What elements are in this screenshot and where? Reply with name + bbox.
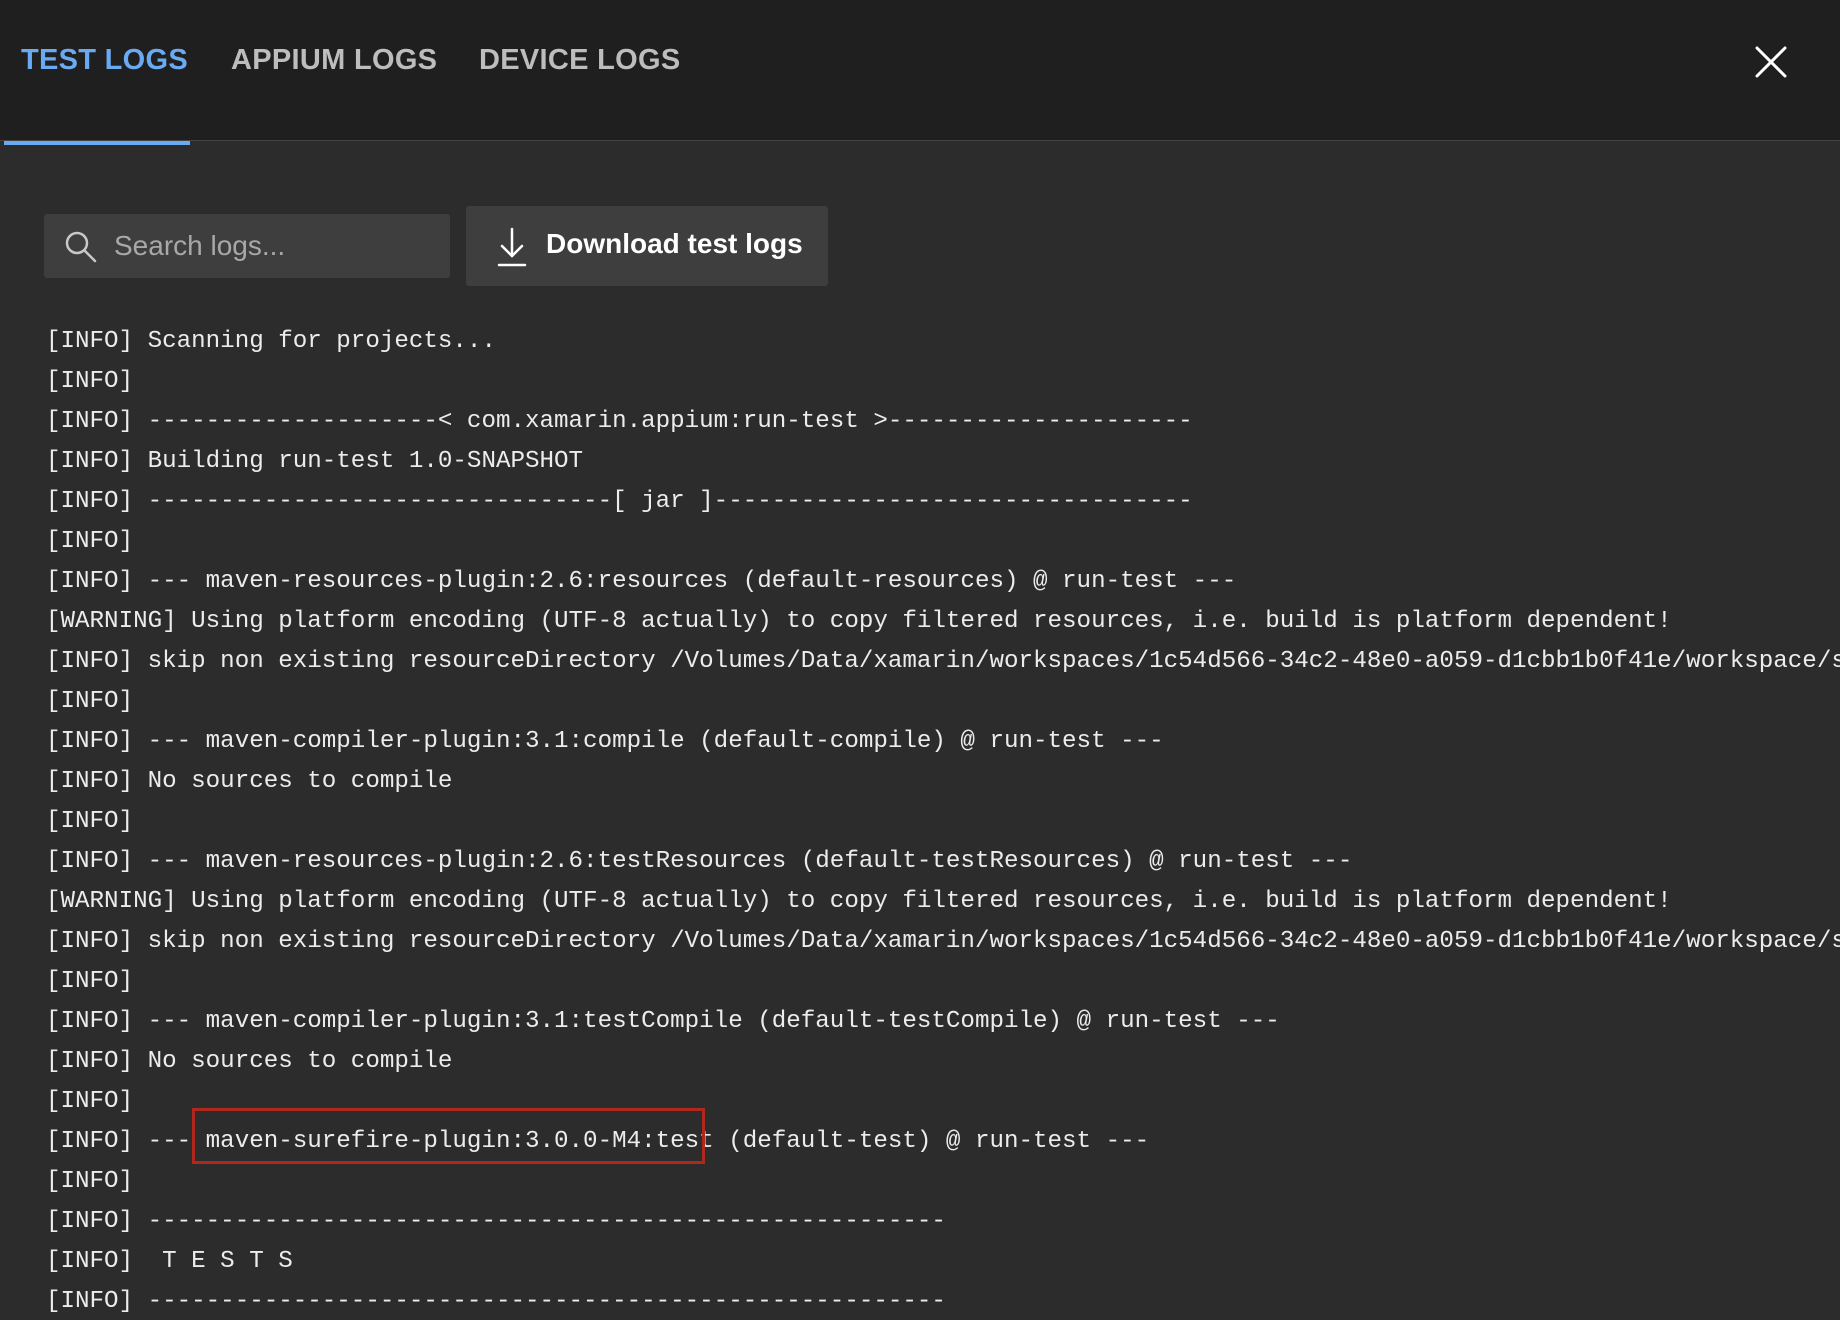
log-line: [INFO] --- maven-surefire-plugin:3.0.0-M…: [46, 1128, 1150, 1155]
log-line: [INFO]: [46, 1088, 134, 1115]
log-line: [INFO] ---------------------------------…: [46, 1208, 946, 1235]
log-line: [WARNING] Using platform encoding (UTF-8…: [46, 888, 1672, 915]
log-line: [INFO]: [46, 968, 134, 995]
log-line: [WARNING] Using platform encoding (UTF-8…: [46, 608, 1672, 635]
tab-test-logs[interactable]: TEST LOGS: [21, 44, 188, 77]
log-line: [INFO] skip non existing resourceDirecto…: [46, 928, 1840, 955]
log-line: [INFO]: [46, 528, 134, 555]
log-line: [INFO]: [46, 688, 134, 715]
search-input[interactable]: [70, 214, 390, 278]
log-line: [INFO] No sources to compile: [46, 768, 453, 795]
close-button[interactable]: [1752, 43, 1790, 81]
log-line: [INFO]: [46, 368, 134, 395]
tab-device-logs[interactable]: DEVICE LOGS: [479, 44, 681, 77]
log-line: [INFO] ---------------------------------…: [46, 1288, 946, 1315]
search-box[interactable]: [44, 214, 450, 278]
log-line: [INFO]: [46, 808, 134, 835]
log-line: [INFO] --- maven-compiler-plugin:3.1:com…: [46, 728, 1164, 755]
log-line: [INFO] --- maven-compiler-plugin:3.1:tes…: [46, 1008, 1280, 1035]
log-line: [INFO] Scanning for projects...: [46, 328, 496, 355]
download-test-logs-button[interactable]: Download test logs: [466, 206, 828, 286]
log-tabs-header: TEST LOGS APPIUM LOGS DEVICE LOGS: [0, 0, 1840, 141]
log-line: [INFO] Building run-test 1.0-SNAPSHOT: [46, 448, 584, 475]
log-line: [INFO] --- maven-resources-plugin:2.6:te…: [46, 848, 1353, 875]
log-line: [INFO] skip non existing resourceDirecto…: [46, 648, 1840, 675]
active-tab-indicator: [4, 141, 190, 145]
log-line: [INFO] --------------------------------[…: [46, 488, 1193, 515]
tab-appium-logs[interactable]: APPIUM LOGS: [231, 44, 437, 77]
log-line: [INFO] No sources to compile: [46, 1048, 453, 1075]
download-icon: [497, 227, 527, 267]
download-button-label: Download test logs: [546, 228, 803, 259]
log-line: [INFO] T E S T S: [46, 1248, 293, 1275]
log-output[interactable]: [INFO] Scanning for projects... [INFO] [IN…: [46, 322, 1840, 1320]
log-line: [INFO] --------------------< com.xamarin…: [46, 408, 1193, 435]
log-line: [INFO] --- maven-resources-plugin:2.6:re…: [46, 568, 1237, 595]
test-logs-panel: TEST LOGS APPIUM LOGS DEVICE LOGS Downlo…: [0, 0, 1840, 1320]
log-line: [INFO]: [46, 1168, 134, 1195]
close-icon: [1755, 46, 1787, 78]
